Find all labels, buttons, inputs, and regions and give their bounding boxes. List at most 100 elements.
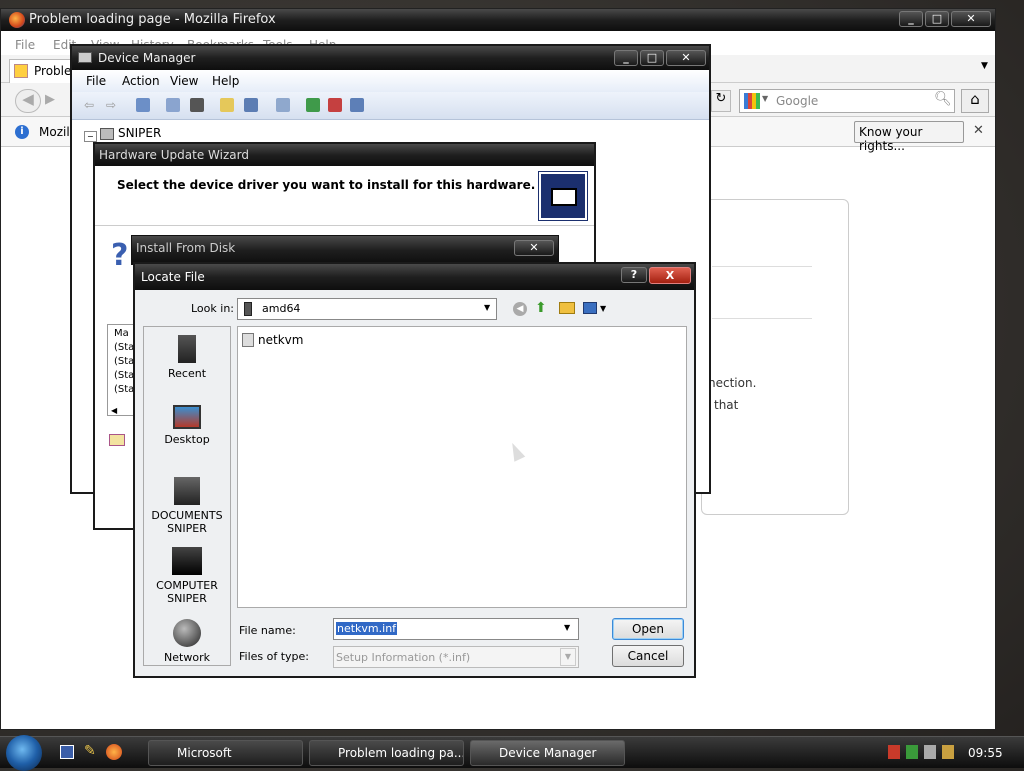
help-button[interactable]: ?: [621, 267, 647, 283]
minimize-button[interactable]: _: [899, 11, 923, 27]
chevron-down-icon[interactable]: ▼: [560, 648, 576, 666]
place-recent[interactable]: Recent: [144, 335, 230, 380]
error-text: nection.: [708, 376, 757, 390]
taskbar-item-device-manager[interactable]: Device Manager: [470, 740, 625, 766]
uninstall-icon[interactable]: [328, 98, 342, 112]
look-in-select[interactable]: amd64 ▼: [237, 298, 497, 320]
chevron-down-icon[interactable]: ▼: [484, 303, 490, 312]
taskbar-item-microsoft[interactable]: Microsoft: [148, 740, 303, 766]
close-button[interactable]: ✕: [514, 240, 554, 256]
wizard-heading: Select the device driver you want to ins…: [117, 178, 536, 192]
volume-icon[interactable]: [924, 745, 936, 759]
back-icon[interactable]: ⇦: [84, 98, 98, 112]
bookmark-label[interactable]: Mozill: [39, 125, 73, 139]
divider: [712, 266, 812, 267]
forward-icon[interactable]: ⇨: [106, 98, 120, 112]
forward-icon[interactable]: ▶: [45, 92, 55, 107]
view-menu-icon[interactable]: [583, 302, 597, 314]
place-label: Network: [164, 651, 210, 664]
reload-icon[interactable]: ↻: [711, 90, 731, 112]
home-icon[interactable]: ⌂: [961, 89, 989, 113]
minimize-button[interactable]: _: [614, 50, 638, 66]
drive-icon: [244, 302, 252, 316]
back-icon[interactable]: ◀: [15, 89, 41, 113]
show-hide-tree-icon[interactable]: [136, 98, 150, 112]
tree-root[interactable]: SNIPER: [118, 126, 161, 140]
inf-file-icon: [242, 333, 254, 347]
scan-hardware-icon[interactable]: [276, 98, 290, 112]
page-icon: [14, 64, 28, 78]
dm-menu-view[interactable]: View: [170, 74, 198, 88]
dm-menu-file[interactable]: File: [86, 74, 106, 88]
update-driver-icon[interactable]: [306, 98, 320, 112]
cancel-button[interactable]: Cancel: [612, 645, 684, 667]
file-list[interactable]: netkvm: [237, 326, 687, 608]
firefox-launch-icon[interactable]: [106, 744, 122, 760]
browser-tab[interactable]: Probler: [9, 59, 79, 83]
view-icon[interactable]: [244, 98, 258, 112]
places-bar: Recent Desktop DOCUMENTS SNIPER COMPUTER…: [143, 326, 231, 666]
up-folder-icon[interactable]: ⬆: [535, 300, 547, 316]
maximize-button[interactable]: □: [925, 11, 949, 27]
device-manager-titlebar[interactable]: Device Manager _ □ ✕: [72, 46, 709, 70]
close-button[interactable]: ✕: [666, 50, 706, 66]
file-type-label: Files of type:: [239, 650, 310, 663]
tab-list-icon[interactable]: ▼: [981, 61, 988, 71]
know-your-rights-button[interactable]: Know your rights...: [854, 121, 964, 153]
locate-file-titlebar[interactable]: Locate File ? X: [135, 264, 694, 290]
back-icon[interactable]: ◀: [513, 302, 527, 316]
show-desktop-icon[interactable]: [60, 745, 74, 759]
place-documents[interactable]: DOCUMENTS SNIPER: [144, 477, 230, 535]
wizard-titlebar[interactable]: Hardware Update Wizard: [95, 144, 594, 166]
look-in-value: amd64: [262, 302, 301, 315]
place-network[interactable]: Network: [144, 619, 230, 664]
chevron-down-icon[interactable]: ▼: [600, 304, 606, 313]
search-engine-dropdown-icon[interactable]: ▼: [762, 94, 768, 103]
search-icon[interactable]: 🔍︎: [934, 91, 952, 107]
tree-expander[interactable]: −: [84, 128, 97, 142]
info-icon: i: [15, 125, 29, 139]
clock[interactable]: 09:55: [968, 746, 1003, 760]
recent-icon: [178, 335, 196, 363]
place-desktop[interactable]: Desktop: [144, 405, 230, 446]
file-name-label: File name:: [239, 624, 296, 637]
tray-tool-icon[interactable]: [942, 745, 954, 759]
network-tray-icon[interactable]: [906, 745, 918, 759]
documents-icon: [174, 477, 200, 505]
desktop-icon: [173, 405, 201, 429]
properties-icon[interactable]: [166, 98, 180, 112]
disable-icon[interactable]: [350, 98, 364, 112]
quick-launch-icon[interactable]: ✎: [84, 743, 96, 759]
error-box: nection. that: [701, 199, 849, 515]
install-from-disk-titlebar[interactable]: Install From Disk ✕: [131, 235, 559, 265]
file-name-input[interactable]: netkvm.inf ▼: [333, 618, 579, 640]
computer-icon: [100, 128, 114, 140]
file-type-select[interactable]: Setup Information (*.inf) ▼: [333, 646, 579, 668]
file-name-value: netkvm.inf: [336, 622, 398, 635]
close-notification-icon[interactable]: ✕: [973, 123, 984, 138]
place-computer[interactable]: COMPUTER SNIPER: [144, 547, 230, 605]
new-folder-icon[interactable]: [559, 302, 575, 314]
search-input[interactable]: ▼ Google 🔍︎: [739, 89, 955, 113]
menu-file[interactable]: File: [15, 38, 35, 52]
file-name: netkvm: [258, 333, 304, 347]
scroll-left-icon[interactable]: ◀: [111, 406, 117, 415]
print-icon[interactable]: [190, 98, 204, 112]
help-icon[interactable]: [220, 98, 234, 112]
security-alert-icon[interactable]: [888, 745, 900, 759]
firefox-icon: [9, 12, 25, 28]
start-button[interactable]: [6, 735, 42, 771]
close-button[interactable]: ✕: [951, 11, 991, 27]
maximize-button[interactable]: □: [640, 50, 664, 66]
open-button[interactable]: Open: [612, 618, 684, 640]
dm-menu-help[interactable]: Help: [212, 74, 239, 88]
look-in-label: Look in:: [191, 302, 234, 315]
dm-menu-action[interactable]: Action: [122, 74, 160, 88]
error-text: that: [714, 398, 739, 412]
google-icon: [744, 93, 760, 109]
close-button[interactable]: X: [649, 267, 691, 284]
place-label: DOCUMENTS SNIPER: [151, 509, 223, 535]
firefox-titlebar[interactable]: Problem loading page - Mozilla Firefox _…: [1, 9, 995, 31]
taskbar-item-firefox[interactable]: Problem loading pa...: [309, 740, 464, 766]
chevron-down-icon[interactable]: ▼: [564, 623, 570, 632]
